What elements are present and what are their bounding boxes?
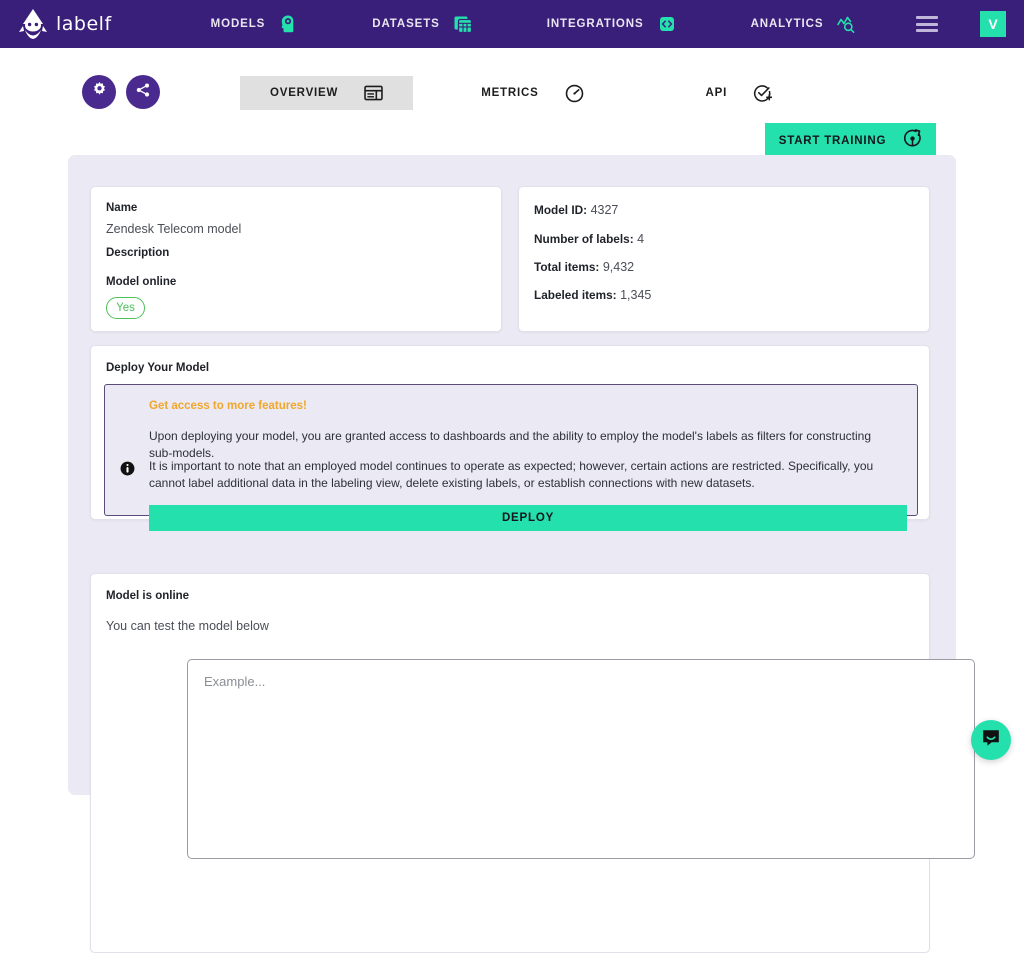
hamburger-menu-icon[interactable]: [916, 16, 938, 32]
status-badge: Yes: [106, 297, 145, 319]
name-value: Zendesk Telecom model: [106, 222, 241, 236]
stat-label: Model ID:: [534, 203, 587, 217]
hamburger-line: [916, 16, 938, 19]
tab-metrics[interactable]: METRICS: [451, 76, 613, 110]
start-training-label: START TRAINING: [779, 135, 886, 147]
model-stats-card: Model ID: 4327 Number of labels: 4 Total…: [518, 186, 930, 332]
upgrade-alert-box: Get access to more features! Upon deploy…: [104, 384, 918, 516]
share-model-button[interactable]: [126, 75, 160, 109]
page-content-shell: Name Zendesk Telecom model Description M…: [68, 155, 956, 795]
model-settings-button[interactable]: [82, 75, 116, 109]
model-online-label: Model online: [106, 276, 176, 288]
view-tabs: OVERVIEW METRICS: [240, 76, 802, 110]
deploy-card-title: Deploy Your Model: [106, 362, 209, 374]
nav-item-analytics[interactable]: ANALYTICS: [714, 0, 894, 48]
start-training-button[interactable]: START TRAINING: [765, 123, 936, 158]
stat-label: Total items:: [534, 260, 599, 274]
description-value: [106, 267, 169, 273]
hamburger-line: [916, 29, 938, 32]
nav-label-analytics: ANALYTICS: [751, 18, 824, 30]
tab-label-api: API: [706, 87, 728, 99]
stat-label: Number of labels:: [534, 232, 634, 246]
alert-paragraph-2: It is important to note that an employed…: [149, 458, 889, 492]
tab-overview[interactable]: OVERVIEW: [240, 76, 413, 110]
nav-item-datasets[interactable]: DATASETS: [335, 0, 509, 48]
avatar[interactable]: V: [980, 11, 1006, 37]
name-label: Name: [106, 202, 241, 214]
alert-paragraph-1: Upon deploying your model, you are grant…: [149, 428, 889, 462]
brand-name: labelf: [56, 13, 112, 35]
stat-row-total-items: Total items: 9,432: [534, 260, 634, 274]
hamburger-line: [916, 23, 938, 26]
chart-magnifier-icon: [836, 14, 856, 34]
check-circle-plus-icon: [753, 84, 772, 103]
share-icon: [135, 82, 151, 103]
tab-api[interactable]: API: [676, 76, 803, 110]
stat-row-labeled-items: Labeled items: 1,345: [534, 288, 651, 302]
stat-value: 4327: [591, 203, 619, 217]
stat-label: Labeled items:: [534, 288, 617, 302]
nav-label-integrations: INTEGRATIONS: [547, 18, 644, 30]
info-circle-icon: [120, 461, 135, 476]
stat-value: 4: [637, 232, 644, 246]
target-crosshair-icon: [903, 129, 922, 153]
online-card-title: Model is online: [106, 590, 189, 602]
model-online-test-card: Model is online You can test the model b…: [90, 573, 930, 953]
speedometer-icon: [565, 84, 584, 103]
model-name-card: Name Zendesk Telecom model Description M…: [90, 186, 502, 332]
page-toolbar: OVERVIEW METRICS: [0, 48, 1024, 137]
nav-label-models: MODELS: [211, 18, 266, 30]
deploy-button-label: DEPLOY: [502, 512, 554, 524]
stat-row-number-of-labels: Number of labels: 4: [534, 232, 644, 246]
chat-bubble-smile-icon: [980, 727, 1002, 754]
stat-row-model-id: Model ID: 4327: [534, 203, 618, 217]
nav-label-datasets: DATASETS: [372, 18, 439, 30]
head-gear-icon: [278, 14, 298, 34]
deploy-button[interactable]: DEPLOY: [149, 505, 907, 531]
elf-gnome-logo-icon: [18, 8, 48, 40]
stat-value: 1,345: [620, 288, 651, 302]
support-chat-launcher-button[interactable]: [971, 720, 1011, 760]
code-brackets-icon: [657, 14, 677, 34]
primary-nav: MODELS DATASETS: [174, 0, 894, 48]
nav-right-cluster: V: [916, 0, 1024, 48]
alert-title: Get access to more features!: [149, 400, 307, 412]
nav-item-integrations[interactable]: INTEGRATIONS: [510, 0, 714, 48]
gear-icon: [91, 81, 108, 103]
brand-logo-link[interactable]: labelf: [18, 8, 112, 40]
model-test-input[interactable]: [187, 659, 975, 859]
top-navigation-bar: labelf MODELS DATASETS: [0, 0, 1024, 48]
online-card-subtitle: You can test the model below: [106, 619, 269, 633]
nav-item-models[interactable]: MODELS: [174, 0, 336, 48]
tab-label-metrics: METRICS: [481, 87, 538, 99]
tab-label-overview: OVERVIEW: [270, 87, 338, 99]
deploy-model-card: Deploy Your Model Get access to more fea…: [90, 345, 930, 520]
dashboard-layout-icon: [364, 85, 383, 101]
description-label: Description: [106, 247, 169, 259]
stacked-table-icon: [453, 14, 473, 34]
stat-value: 9,432: [603, 260, 634, 274]
